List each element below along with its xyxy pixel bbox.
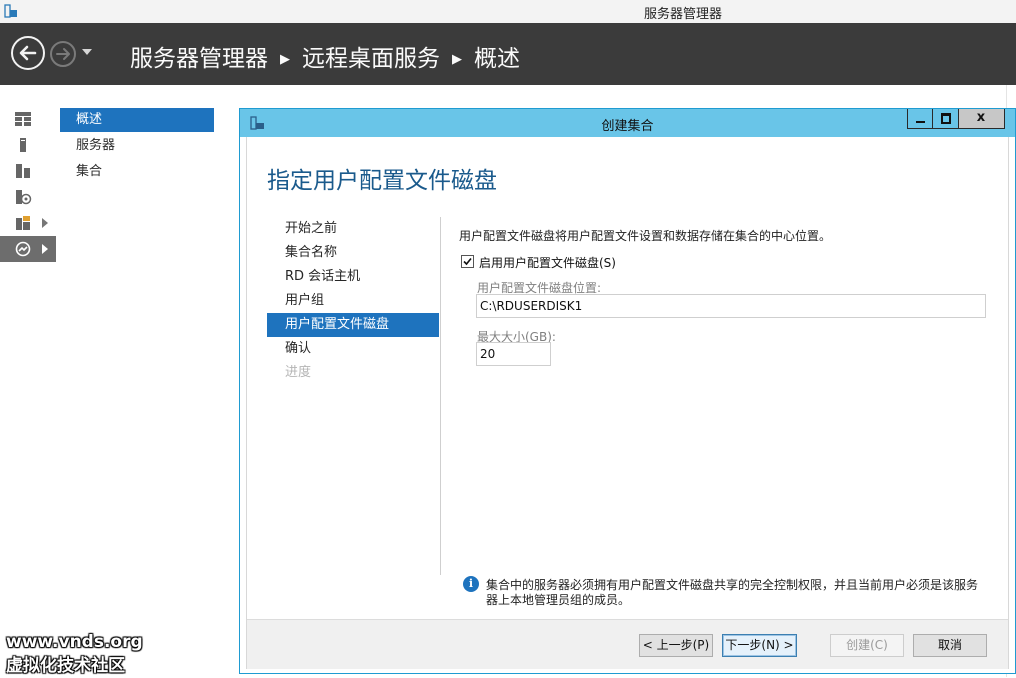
dialog-title-bar[interactable]: 创建集合 x — [240, 109, 1015, 137]
rail-item-file-storage[interactable] — [0, 210, 56, 236]
breadcrumb-remote-desktop[interactable]: 远程桌面服务 — [302, 46, 440, 72]
window-title: 服务器管理器 — [643, 7, 722, 22]
info-icon: i — [463, 576, 479, 592]
dialog-body: 指定用户配置文件磁盘 开始之前 集合名称 RD 会话主机 用户组 用户配置文件磁… — [246, 137, 1009, 669]
step-user-groups[interactable]: 用户组 — [267, 289, 439, 313]
steps-divider — [440, 217, 441, 575]
dashboard-icon — [15, 112, 31, 126]
maximize-button[interactable] — [933, 109, 959, 129]
dialog-footer: < 上一步(P) 下一步(N) > 创建(C) 取消 — [247, 619, 1008, 669]
previous-button[interactable]: < 上一步(P) — [639, 634, 713, 657]
dialog-title: 创建集合 — [601, 119, 654, 134]
subnav-item-overview[interactable]: 概述 — [60, 108, 214, 132]
page-title: 指定用户配置文件磁盘 — [267, 168, 497, 194]
expand-arrow-icon[interactable] — [42, 244, 48, 254]
enable-profile-disks-label[interactable]: 启用用户配置文件磁盘(S) — [479, 254, 616, 271]
minimize-button[interactable] — [907, 109, 933, 129]
step-progress: 进度 — [285, 365, 312, 380]
rail-item-all-servers[interactable] — [0, 158, 56, 184]
rail-item-remote-desktop[interactable] — [0, 236, 56, 262]
checkmark-icon — [463, 257, 472, 266]
file-services-icon — [16, 190, 32, 205]
watermark-community: 虚拟化技术社区 — [6, 656, 125, 676]
local-server-icon — [20, 138, 26, 152]
watermark-url: www.vnds.org — [6, 632, 143, 652]
window-title-bar: 服务器管理器 — [0, 0, 1016, 23]
history-dropdown-icon[interactable] — [82, 49, 92, 55]
cancel-button[interactable]: 取消 — [913, 634, 987, 657]
rail-item-dashboard[interactable] — [0, 106, 56, 132]
rail-item-local-server[interactable] — [0, 132, 56, 158]
info-message: 集合中的服务器必须拥有用户配置文件磁盘共享的完全控制权限，并且当前用户必须是该服… — [486, 578, 979, 607]
back-button[interactable] — [11, 36, 45, 70]
forward-button[interactable] — [50, 41, 76, 67]
step-user-profile-disks[interactable]: 用户配置文件磁盘 — [267, 313, 439, 337]
remote-desktop-subnav: 概述 服务器 集合 — [56, 85, 217, 677]
create-collection-dialog: 创建集合 x 指定用户配置文件磁盘 开始之前 集合名称 RD 会话主机 用户组 … — [239, 108, 1016, 674]
step-confirmation[interactable]: 确认 — [267, 337, 439, 361]
close-button[interactable]: x — [959, 109, 1005, 129]
next-button[interactable]: 下一步(N) > — [722, 634, 797, 657]
breadcrumb: 服务器管理器 ▶ 远程桌面服务 ▶ 概述 — [130, 39, 520, 73]
remote-desktop-icon — [15, 241, 31, 257]
left-icon-rail — [0, 85, 57, 677]
breadcrumb-overview: 概述 — [474, 46, 520, 72]
back-arrow-icon — [19, 45, 37, 61]
forward-arrow-icon — [56, 48, 70, 60]
all-servers-icon — [16, 164, 30, 178]
breadcrumb-separator-icon: ▶ — [452, 52, 462, 67]
disk-location-field[interactable]: C:\RDUSERDISK1 — [476, 294, 986, 318]
step-before-you-begin[interactable]: 开始之前 — [267, 217, 439, 241]
step-rd-session-host[interactable]: RD 会话主机 — [267, 265, 439, 289]
step-description: 用户配置文件磁盘将用户配置文件设置和数据存储在集合的中心位置。 — [459, 229, 832, 243]
enable-profile-disks-checkbox[interactable] — [461, 255, 474, 268]
file-storage-icon — [16, 216, 30, 230]
breadcrumb-server-manager[interactable]: 服务器管理器 — [130, 46, 268, 72]
close-icon: x — [976, 110, 986, 125]
navigation-bar: 服务器管理器 ▶ 远程桌面服务 ▶ 概述 — [0, 23, 1016, 85]
subnav-item-collections[interactable]: 集合 — [60, 160, 214, 184]
expand-arrow-icon[interactable] — [42, 218, 48, 228]
create-button[interactable]: 创建(C) — [830, 634, 904, 657]
rail-item-file-services[interactable] — [0, 184, 56, 210]
subnav-item-servers[interactable]: 服务器 — [60, 134, 214, 158]
max-size-field[interactable]: 20 — [476, 342, 551, 366]
breadcrumb-separator-icon: ▶ — [280, 52, 290, 67]
step-collection-name[interactable]: 集合名称 — [267, 241, 439, 265]
watermark: www.vnds.org 虚拟化技术社区 — [6, 630, 143, 678]
